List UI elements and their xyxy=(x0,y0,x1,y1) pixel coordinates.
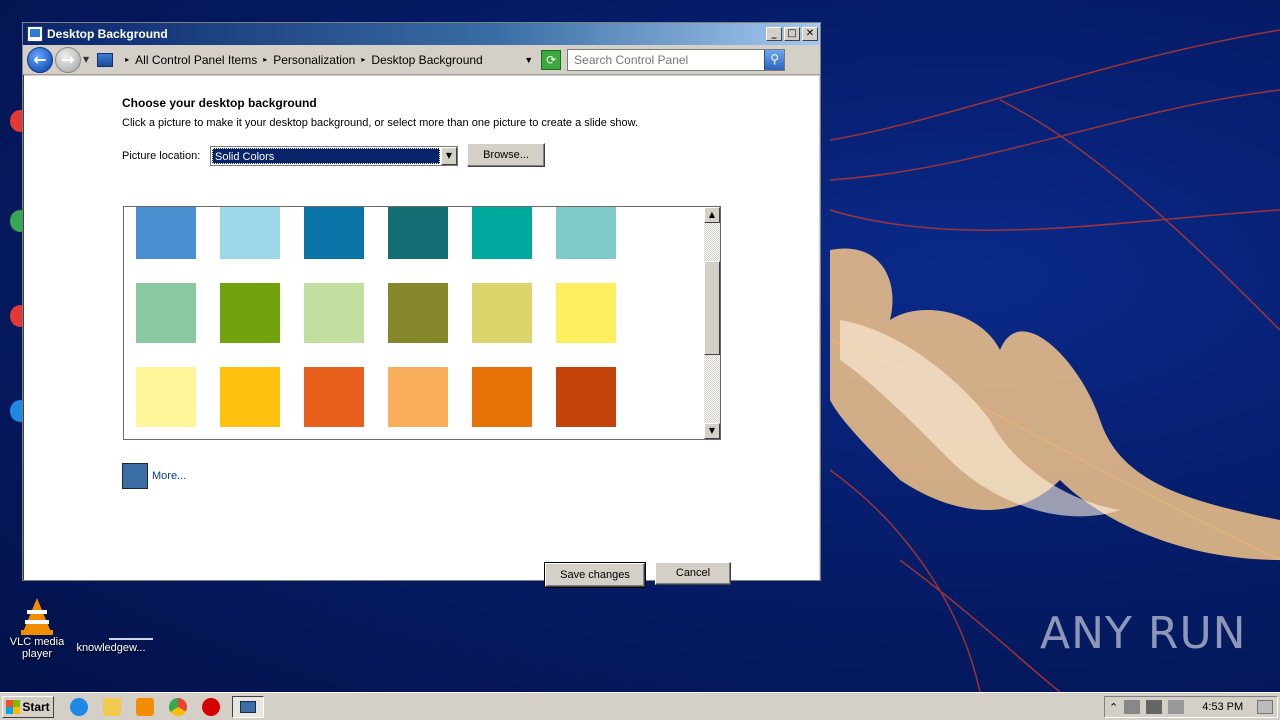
color-gallery: ▲ ▼ xyxy=(123,206,721,440)
swatch-grid xyxy=(136,207,616,427)
start-button[interactable]: Start xyxy=(2,695,54,718)
color-swatch[interactable] xyxy=(556,283,616,343)
watermark-text: ANY RUN xyxy=(1040,608,1247,659)
partial-desktop-icon[interactable] xyxy=(0,400,30,434)
color-swatch[interactable] xyxy=(220,207,280,259)
more-colors-link[interactable]: More... xyxy=(152,470,186,482)
color-swatch[interactable] xyxy=(220,367,280,427)
scroll-thumb[interactable] xyxy=(704,261,720,355)
main-content: Choose your desktop background Click a p… xyxy=(24,76,819,588)
windows-logo-icon xyxy=(6,699,21,714)
internet-explorer-icon[interactable] xyxy=(70,697,88,716)
title-bar[interactable]: Desktop Background _ □ ✕ xyxy=(23,23,820,45)
color-swatch[interactable] xyxy=(304,283,364,343)
control-panel-icon xyxy=(240,700,256,713)
control-panel-icon xyxy=(97,52,114,67)
show-hidden-icons-icon[interactable]: ⌃ xyxy=(1109,701,1118,714)
breadcrumb-item[interactable]: Desktop Background xyxy=(371,53,482,67)
search-input[interactable] xyxy=(568,50,765,69)
color-swatch[interactable] xyxy=(472,283,532,343)
page-heading: Choose your desktop background xyxy=(122,96,317,110)
desktop-background-window: Desktop Background _ □ ✕ ← → ▼ ▸ All Con… xyxy=(22,22,821,588)
color-swatch[interactable] xyxy=(220,283,280,343)
taskbar-window-button[interactable] xyxy=(232,695,264,718)
forward-button[interactable]: → xyxy=(55,46,81,73)
partial-desktop-icon[interactable] xyxy=(0,305,30,339)
picture-location-select[interactable]: Solid Colors ▼ xyxy=(210,146,458,166)
media-player-icon[interactable] xyxy=(136,697,154,716)
picture-location-label: Picture location: xyxy=(122,150,201,162)
save-changes-button[interactable]: Save changes xyxy=(544,562,646,588)
folder-icon[interactable] xyxy=(103,697,121,716)
control-panel-icon xyxy=(27,26,43,42)
color-swatch[interactable] xyxy=(136,367,196,427)
partial-desktop-icon[interactable] xyxy=(0,110,30,144)
taskbar: Start ⌃ 4:53 PM xyxy=(0,692,1280,720)
color-swatch[interactable] xyxy=(388,367,448,427)
color-swatch[interactable] xyxy=(304,207,364,259)
clock[interactable]: 4:53 PM xyxy=(1202,701,1243,713)
page-description: Click a picture to make it your desktop … xyxy=(122,117,639,129)
scroll-down-button[interactable]: ▼ xyxy=(704,423,720,439)
opera-icon[interactable] xyxy=(202,697,220,716)
refresh-button[interactable]: ⟳ xyxy=(541,49,562,70)
volume-icon[interactable] xyxy=(1146,700,1163,714)
breadcrumb-item[interactable]: Personalization xyxy=(273,53,355,67)
system-tray: ⌃ 4:53 PM xyxy=(1104,696,1278,718)
color-swatch[interactable] xyxy=(304,367,364,427)
show-desktop-icon[interactable] xyxy=(1257,700,1273,714)
maximize-button[interactable]: □ xyxy=(784,27,800,41)
browse-button[interactable]: Browse... xyxy=(467,143,545,167)
flag-icon[interactable] xyxy=(1168,700,1185,714)
breadcrumb-item[interactable]: All Control Panel Items xyxy=(135,53,257,67)
breadcrumb-arrow-icon[interactable]: ▸ xyxy=(263,55,267,64)
back-button[interactable]: ← xyxy=(27,46,53,73)
cancel-button[interactable]: Cancel xyxy=(655,562,731,585)
document-icon xyxy=(93,602,153,640)
desktop-icon-label: VLC media player xyxy=(9,636,65,660)
breadcrumb[interactable]: ▸ All Control Panel Items ▸ Personalizat… xyxy=(93,48,540,71)
recent-pages-dropdown[interactable]: ▼ xyxy=(83,55,89,64)
color-swatch[interactable] xyxy=(136,207,196,259)
chrome-icon[interactable] xyxy=(169,697,187,716)
more-colors-swatch[interactable] xyxy=(122,463,148,489)
window-title: Desktop Background xyxy=(47,27,168,41)
start-label: Start xyxy=(22,699,50,714)
color-swatch[interactable] xyxy=(136,283,196,343)
picture-location-value[interactable]: Solid Colors xyxy=(212,148,440,164)
vlc-icon xyxy=(19,596,55,635)
desktop-icon-knowledge[interactable]: knowledgew... xyxy=(74,602,153,654)
search-icon[interactable]: ⚲ xyxy=(764,49,785,70)
gallery-scrollbar[interactable]: ▲ ▼ xyxy=(704,207,720,439)
anyrun-watermark: ANY RUN xyxy=(1040,608,1247,659)
partial-desktop-icon[interactable] xyxy=(0,210,30,244)
chevron-down-icon[interactable]: ▼ xyxy=(524,55,533,65)
breadcrumb-arrow-icon[interactable]: ▸ xyxy=(125,55,129,64)
desktop-icon-vlc[interactable]: VLC media player xyxy=(0,596,74,660)
color-swatch[interactable] xyxy=(556,207,616,259)
desktop-icon-label: knowledgew... xyxy=(76,642,146,654)
chevron-down-icon[interactable]: ▼ xyxy=(441,147,457,165)
search-box[interactable]: ⚲ xyxy=(567,48,786,71)
close-button[interactable]: ✕ xyxy=(802,27,818,41)
color-swatch[interactable] xyxy=(472,367,532,427)
scroll-up-button[interactable]: ▲ xyxy=(704,207,720,223)
address-bar: ← → ▼ ▸ All Control Panel Items ▸ Person… xyxy=(23,45,820,75)
color-swatch[interactable] xyxy=(556,367,616,427)
network-icon[interactable] xyxy=(1124,700,1141,714)
color-swatch[interactable] xyxy=(472,207,532,259)
color-swatch[interactable] xyxy=(388,207,448,259)
minimize-button[interactable]: _ xyxy=(766,27,782,41)
breadcrumb-arrow-icon[interactable]: ▸ xyxy=(361,55,365,64)
color-swatch[interactable] xyxy=(388,283,448,343)
